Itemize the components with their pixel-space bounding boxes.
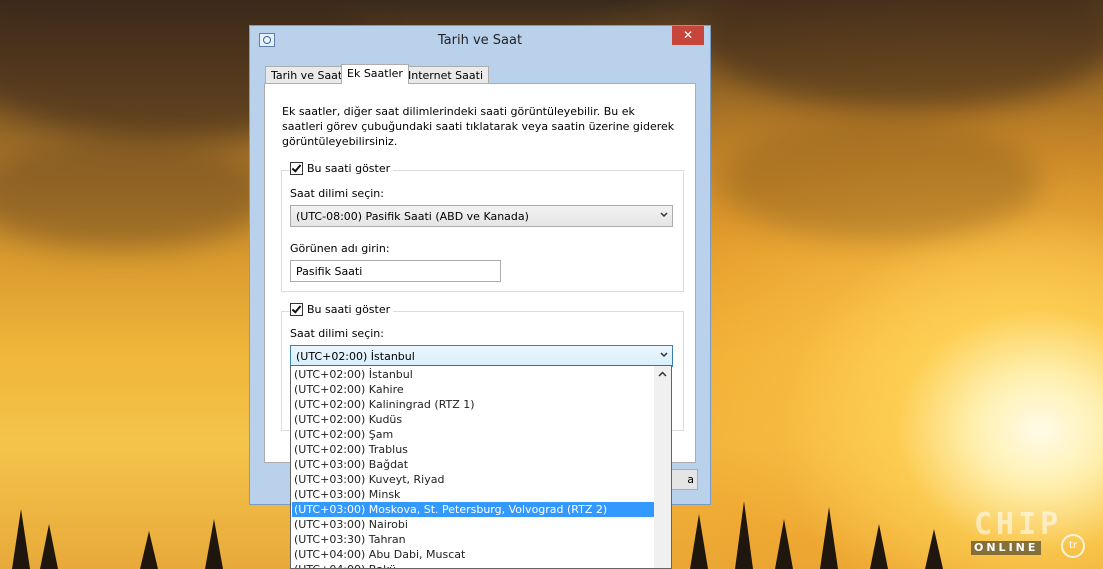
clock2-show-checkbox[interactable] <box>290 303 303 316</box>
clock1-timezone-select[interactable]: (UTC-08:00) Pasifik Saati (ABD ve Kanada… <box>290 205 673 227</box>
dropdown-item[interactable]: (UTC+03:00) Bağdat <box>292 457 654 472</box>
intro-text: Ek saatler, diğer saat dilimlerindeki sa… <box>282 105 675 148</box>
chip-online-watermark: CHIP ONLINE tr <box>968 507 1085 563</box>
dropdown-item[interactable]: (UTC+03:00) Kuveyt, Riyad <box>292 472 654 487</box>
clock2-timezone-select[interactable]: (UTC+02:00) İstanbul <box>290 345 673 367</box>
dropdown-item[interactable]: (UTC+03:00) Moskova, St. Petersburg, Vol… <box>292 502 654 517</box>
clock1-show-checkbox[interactable] <box>290 162 303 175</box>
dropdown-item[interactable]: (UTC+03:00) Nairobi <box>292 517 654 532</box>
tab-date-time[interactable]: Tarih ve Saat <box>265 66 349 83</box>
watermark-online-text: ONLINE <box>971 541 1042 555</box>
tab-additional-clocks[interactable]: Ek Saatler <box>341 64 409 84</box>
dropdown-item[interactable]: (UTC+02:00) Kahire <box>292 382 654 397</box>
clock2-timezone-label: Saat dilimi seçin: <box>290 327 384 340</box>
clock1-name-input[interactable] <box>290 260 501 282</box>
watermark-tr-badge: tr <box>1061 534 1085 558</box>
tab-internet-time[interactable]: Internet Saati <box>402 66 490 83</box>
dropdown-scrollbar[interactable] <box>654 366 671 568</box>
clock1-timezone-value: (UTC-08:00) Pasifik Saati (ABD ve Kanada… <box>296 210 529 223</box>
dropdown-item[interactable]: (UTC+02:00) Kudüs <box>292 412 654 427</box>
dropdown-item[interactable]: (UTC+02:00) Şam <box>292 427 654 442</box>
chevron-down-icon <box>660 352 668 358</box>
apply-button-partial[interactable]: a <box>668 469 698 490</box>
title-bar[interactable]: Tarih ve Saat ✕ <box>250 26 710 54</box>
timezone-dropdown-list[interactable]: (UTC+02:00) İstanbul (UTC+02:00) Kahire (U… <box>290 365 672 569</box>
clock2-show-label: Bu saati göster <box>307 303 391 316</box>
clock2-timezone-value: (UTC+02:00) İstanbul <box>296 350 415 363</box>
scroll-up-arrow-icon[interactable] <box>654 366 671 383</box>
dropdown-item[interactable]: (UTC+03:30) Tahran <box>292 532 654 547</box>
watermark-chip-text: CHIP <box>974 507 1063 542</box>
dropdown-item[interactable]: (UTC+04:00) Abu Dabi, Muscat <box>292 547 654 562</box>
clock1-group: Bu saati göster Saat dilimi seçin: (UTC-… <box>281 162 684 292</box>
clock1-show-checkbox-row[interactable]: Bu saati göster <box>290 162 394 175</box>
dropdown-item[interactable]: (UTC+04:00) Bakü <box>292 562 654 568</box>
chevron-down-icon <box>660 212 668 218</box>
close-button[interactable]: ✕ <box>672 26 704 45</box>
window-title: Tarih ve Saat <box>437 33 523 48</box>
dropdown-item[interactable]: (UTC+02:00) İstanbul <box>292 367 654 382</box>
clock2-show-checkbox-row[interactable]: Bu saati göster <box>290 303 394 316</box>
dropdown-item[interactable]: (UTC+03:00) Minsk <box>292 487 654 502</box>
clock1-name-label: Görünen adı girin: <box>290 242 390 255</box>
clock1-show-label: Bu saati göster <box>307 162 391 175</box>
clock1-timezone-label: Saat dilimi seçin: <box>290 187 384 200</box>
dropdown-item[interactable]: (UTC+02:00) Kaliningrad (RTZ 1) <box>292 397 654 412</box>
dropdown-item[interactable]: (UTC+02:00) Trablus <box>292 442 654 457</box>
